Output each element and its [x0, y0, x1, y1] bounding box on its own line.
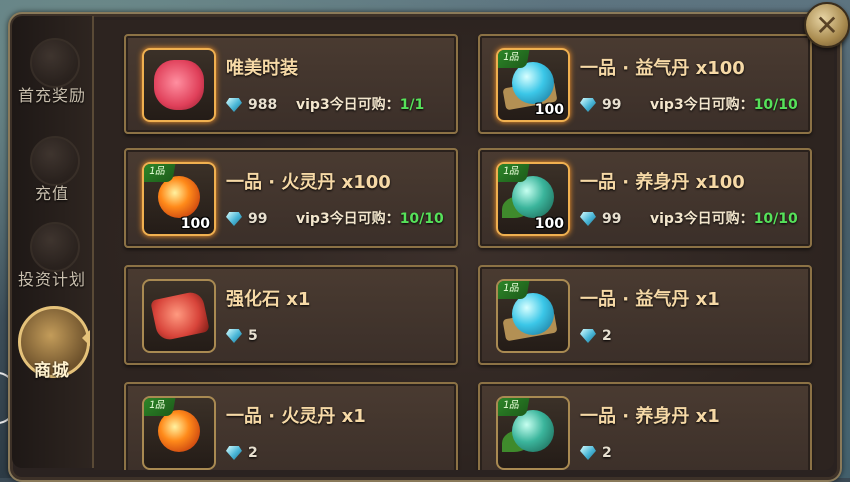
pill-blue-icon — [512, 62, 554, 104]
item-price: 99 — [248, 211, 268, 227]
purchase-limit: vip3今日可购：10/10 — [650, 94, 798, 114]
item-grid: 唯美时装 988 vip3今日可购：1/1 1品 100 一品 · 益气丹 x1… — [94, 20, 834, 470]
tab-label: 充值 — [34, 184, 69, 203]
item-thumbnail: 1品 — [496, 396, 570, 470]
grade-tag: 1品 — [144, 164, 176, 182]
item-price: 2 — [602, 328, 612, 344]
item-price: 988 — [248, 97, 278, 113]
shop-item-card[interactable]: 1品 100 一品 · 火灵丹 x100 99 vip3今日可购：10/10 — [124, 148, 458, 248]
diamond-currency-icon — [580, 212, 596, 226]
item-thumbnail: 1品 — [142, 396, 216, 470]
tab-recharge[interactable]: 充值 — [12, 128, 92, 218]
price-row: 2 — [580, 325, 612, 347]
item-thumbnail: 1品 100 — [142, 162, 216, 236]
bowl-icon — [30, 38, 80, 88]
pill-fire-icon — [158, 176, 200, 218]
price-row: 99 — [226, 208, 267, 230]
item-name: 一品 · 火灵丹 x1 — [226, 406, 366, 427]
tab-shop[interactable]: 商城 — [12, 304, 92, 394]
shop-item-card[interactable]: 1品 100 一品 · 益气丹 x100 99 vip3今日可购：10/10 — [478, 34, 812, 134]
item-quantity: 100 — [534, 216, 564, 232]
tab-investment-plan[interactable]: 投资计划 — [12, 214, 92, 304]
pill-green-icon — [512, 410, 554, 452]
shop-item-card[interactable]: 1品 一品 · 益气丹 x1 2 — [478, 265, 812, 365]
shop-item-card[interactable]: 强化石 x1 5 — [124, 265, 458, 365]
active-tab-pointer-icon — [82, 330, 90, 346]
shop-item-card[interactable]: 1品 一品 · 火灵丹 x1 2 — [124, 382, 458, 470]
limit-label: vip3今日可购： — [650, 211, 754, 227]
limit-count: 10/10 — [753, 97, 798, 113]
tab-label: 首充奖励 — [17, 86, 86, 105]
limit-label: vip3今日可购： — [296, 97, 400, 113]
grade-tag: 1品 — [498, 281, 530, 299]
item-price: 5 — [248, 328, 258, 344]
item-name: 一品 · 火灵丹 x100 — [226, 172, 391, 193]
item-price: 99 — [602, 211, 622, 227]
limit-label: vip3今日可购： — [650, 97, 754, 113]
grade-tag: 1品 — [144, 398, 176, 416]
close-button[interactable]: ✕ — [804, 2, 850, 48]
item-quantity: 100 — [534, 102, 564, 118]
tab-label: 投资计划 — [17, 270, 86, 289]
item-name: 强化石 x1 — [226, 289, 311, 310]
item-quantity: 100 — [180, 216, 210, 232]
pill-fire-icon — [158, 410, 200, 452]
diamond-currency-icon — [580, 98, 596, 112]
item-thumbnail: 1品 100 — [496, 162, 570, 236]
item-thumbnail: 1品 — [496, 279, 570, 353]
shop-content[interactable]: 唯美时装 988 vip3今日可购：1/1 1品 100 一品 · 益气丹 x1… — [94, 20, 834, 470]
bowl-icon — [30, 136, 80, 186]
grade-tag: 1品 — [498, 398, 530, 416]
diamond-currency-icon — [226, 329, 242, 343]
item-thumbnail — [142, 48, 216, 122]
shop-item-card[interactable]: 1品 一品 · 养身丹 x1 2 — [478, 382, 812, 470]
item-name: 一品 · 益气丹 x100 — [580, 58, 745, 79]
price-row: 2 — [226, 442, 258, 464]
limit-count: 10/10 — [753, 211, 798, 227]
price-row: 988 — [226, 94, 277, 116]
purchase-limit: vip3今日可购：10/10 — [650, 208, 798, 228]
item-name: 唯美时装 — [226, 58, 298, 79]
limit-count: 1/1 — [399, 97, 425, 113]
tab-first-recharge-reward[interactable]: 首充奖励 — [12, 30, 92, 120]
purchase-limit: vip3今日可购：10/10 — [296, 208, 444, 228]
grade-tag: 1品 — [498, 50, 530, 68]
limit-count: 10/10 — [399, 211, 444, 227]
price-row: 99 — [580, 208, 621, 230]
limit-label: vip3今日可购： — [296, 211, 400, 227]
purchase-limit: vip3今日可购：1/1 — [296, 94, 424, 114]
tab-column: 首充奖励 充值 投资计划 商城 — [12, 16, 94, 468]
item-price: 99 — [602, 97, 622, 113]
pill-green-icon — [512, 176, 554, 218]
grade-tag: 1品 — [498, 164, 530, 182]
diamond-currency-icon — [580, 446, 596, 460]
shop-item-card[interactable]: 唯美时装 988 vip3今日可购：1/1 — [124, 34, 458, 134]
item-price: 2 — [248, 445, 258, 461]
item-thumbnail: 1品 100 — [496, 48, 570, 122]
price-row: 5 — [226, 325, 258, 347]
shop-item-card[interactable]: 1品 100 一品 · 养身丹 x100 99 vip3今日可购：10/10 — [478, 148, 812, 248]
diamond-currency-icon — [226, 212, 242, 226]
item-thumbnail — [142, 279, 216, 353]
chart-icon — [30, 222, 80, 272]
diamond-currency-icon — [580, 329, 596, 343]
item-price: 2 — [602, 445, 612, 461]
enhance-stone-icon — [150, 290, 210, 342]
diamond-currency-icon — [226, 98, 242, 112]
price-row: 99 — [580, 94, 621, 116]
price-row: 2 — [580, 442, 612, 464]
fashion-bag-icon — [154, 60, 204, 110]
item-name: 一品 · 养身丹 x1 — [580, 406, 720, 427]
pill-blue-icon — [512, 293, 554, 335]
diamond-currency-icon — [226, 446, 242, 460]
tab-label: 商城 — [34, 361, 70, 381]
item-name: 一品 · 益气丹 x1 — [580, 289, 720, 310]
item-name: 一品 · 养身丹 x100 — [580, 172, 745, 193]
